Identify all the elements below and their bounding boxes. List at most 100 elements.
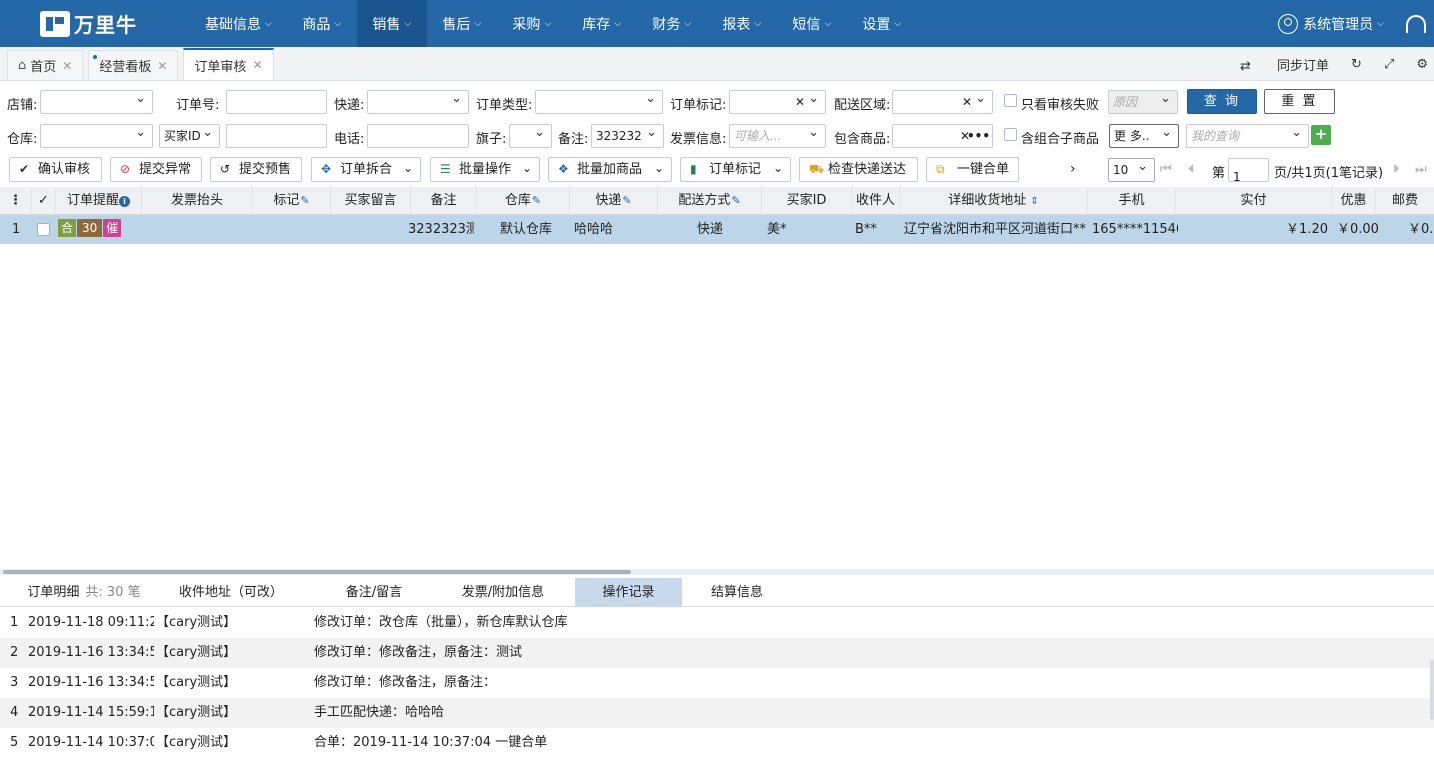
my-query-select[interactable]: 我的查询 bbox=[1186, 124, 1309, 148]
split-merge-button[interactable]: ✥ 订单拆合 ⌄ bbox=[311, 157, 421, 182]
main-menu: 基础信息 ⌵ 商品 ⌵ 销售 ⌵ 售后 ⌵ 采购 ⌵ 库存 ⌵ 财务 ⌵ 报表 ⌵ 短信 ⌵ 设置… bbox=[190, 0, 917, 47]
table-row[interactable]: 1 合30催 3232323测试 默认仓库 哈哈哈 快递 美* B** 辽宁省沈… bbox=[0, 215, 1434, 244]
sync-orders-button[interactable]: ⇄ 同步订单 bbox=[1218, 55, 1329, 74]
menu-sms[interactable]: 短信 ⌵ bbox=[777, 0, 847, 47]
menu-label: 财务 bbox=[652, 16, 681, 33]
reset-button[interactable]: 重 置 bbox=[1264, 89, 1335, 114]
col-buyer-id[interactable]: 买家ID bbox=[762, 187, 852, 215]
chevron-right-icon[interactable]: › bbox=[1070, 161, 1076, 177]
col-postage[interactable]: 邮费 bbox=[1376, 187, 1434, 215]
col-phone[interactable]: 手机 bbox=[1088, 187, 1176, 215]
menu-reports[interactable]: 报表 ⌵ bbox=[707, 0, 777, 47]
col-delivery-method[interactable]: 配送方式✎ bbox=[658, 187, 762, 215]
col-reminder[interactable]: 订单提醒 i bbox=[56, 187, 142, 215]
add-query-button[interactable]: + bbox=[1311, 125, 1331, 145]
express-select[interactable] bbox=[367, 90, 469, 114]
order-type-select[interactable] bbox=[535, 90, 663, 114]
last-page-icon[interactable]: ⏭ bbox=[1415, 162, 1427, 177]
flag-select[interactable] bbox=[509, 124, 552, 148]
gear-icon[interactable]: ⚙ bbox=[1416, 57, 1428, 72]
horizontal-scrollbar[interactable] bbox=[0, 569, 1434, 575]
col-warehouse[interactable]: 仓库✎ bbox=[477, 187, 570, 215]
menu-label: 库存 bbox=[582, 16, 611, 33]
col-remark[interactable]: 备注 bbox=[411, 187, 477, 215]
tab-settlement[interactable]: 结算信息 bbox=[682, 578, 792, 607]
tab-invoice[interactable]: 发票/附加信息 bbox=[442, 578, 564, 607]
tab-home[interactable]: ⌂ 首页 ✕ bbox=[7, 50, 84, 80]
select-all-header[interactable]: ✓ bbox=[32, 187, 56, 215]
include-combo-checkbox[interactable] bbox=[1004, 128, 1017, 141]
chevron-down-icon: ⌵ bbox=[894, 18, 902, 29]
first-page-icon[interactable]: ⏮ bbox=[1160, 162, 1172, 177]
batch-add-goods-button[interactable]: ❖ 批量加商品 ⌄ bbox=[548, 157, 672, 182]
brand-logo[interactable]: 万里牛 bbox=[0, 9, 190, 38]
col-address[interactable]: 详细收货地址 ⇕ bbox=[900, 187, 1088, 215]
scrollbar-thumb[interactable] bbox=[3, 570, 631, 574]
shop-select[interactable] bbox=[40, 90, 153, 114]
log-action: 修改订单：改仓库（批量），新仓库默认仓库 bbox=[314, 615, 568, 630]
col-express[interactable]: 快递✎ bbox=[570, 187, 658, 215]
delivery-area-select[interactable]: ✕ bbox=[892, 90, 993, 114]
warehouse-select[interactable] bbox=[40, 124, 153, 148]
submit-exception-button[interactable]: ⊘ 提交异常 bbox=[110, 157, 202, 182]
more-icon[interactable]: ••• bbox=[967, 125, 990, 147]
col-discount[interactable]: 优惠 bbox=[1332, 187, 1376, 215]
prev-page-icon[interactable]: ⏴ bbox=[1188, 162, 1195, 177]
list-item: 1 2019-11-18 09:11:24 【cary测试】 修改订单：改仓库（… bbox=[0, 608, 1434, 638]
fullscreen-icon[interactable]: ⤢ bbox=[1384, 57, 1394, 72]
user-name[interactable]: 系统管理员 bbox=[1303, 14, 1373, 34]
clear-icon[interactable]: ✕ bbox=[962, 91, 972, 113]
vertical-scrollbar[interactable] bbox=[1430, 660, 1434, 720]
only-failed-checkbox[interactable] bbox=[1004, 94, 1017, 107]
contains-goods-input[interactable]: ✕ ••• bbox=[892, 124, 993, 148]
order-mark-button[interactable]: ▮ 订单标记 ⌄ bbox=[680, 157, 791, 182]
col-receiver[interactable]: 收件人 bbox=[852, 187, 900, 215]
remark-select[interactable]: 323232 bbox=[591, 124, 664, 148]
col-mark[interactable]: 标记✎ bbox=[253, 187, 331, 215]
close-icon[interactable]: ✕ bbox=[157, 59, 167, 73]
refresh-icon[interactable]: ↻ bbox=[1351, 57, 1362, 72]
menu-basic-info[interactable]: 基础信息 ⌵ bbox=[190, 0, 287, 47]
tab-operation-log[interactable]: 操作记录 bbox=[575, 578, 682, 607]
order-no-input[interactable] bbox=[226, 90, 327, 114]
order-mark-select[interactable]: ✕ bbox=[729, 90, 826, 114]
confirm-review-button[interactable]: ✔ 确认审核 bbox=[9, 157, 102, 182]
menu-settings[interactable]: 设置 ⌵ bbox=[847, 0, 917, 47]
menu-purchase[interactable]: 采购 ⌵ bbox=[497, 0, 567, 47]
menu-goods[interactable]: 商品 ⌵ bbox=[287, 0, 357, 47]
menu-finance[interactable]: 财务 ⌵ bbox=[637, 0, 707, 47]
buyer-id-input[interactable] bbox=[226, 124, 327, 148]
clear-icon[interactable]: ✕ bbox=[795, 91, 805, 113]
next-page-icon[interactable]: ⏵ bbox=[1393, 162, 1400, 177]
menu-inventory[interactable]: 库存 ⌵ bbox=[567, 0, 637, 47]
page-size-select[interactable]: 10 bbox=[1108, 158, 1155, 182]
page-input[interactable]: 1 bbox=[1228, 158, 1269, 182]
col-buyer-message[interactable]: 买家留言 bbox=[331, 187, 411, 215]
query-button[interactable]: 查 询 bbox=[1187, 89, 1257, 114]
col-invoice-title[interactable]: 发票抬头 bbox=[142, 187, 253, 215]
chevron-down-icon: ⌵ bbox=[614, 18, 622, 29]
close-icon[interactable]: ✕ bbox=[252, 58, 262, 72]
menu-sales[interactable]: 销售 ⌵ bbox=[356, 0, 427, 47]
menu-after-sales[interactable]: 售后 ⌵ bbox=[427, 0, 497, 47]
headset-icon[interactable] bbox=[1406, 14, 1426, 33]
cell-remark: 3232323测试 bbox=[408, 222, 474, 237]
reason-select[interactable]: 原因 bbox=[1108, 90, 1178, 114]
col-paid[interactable]: 实付 bbox=[1176, 187, 1332, 215]
batch-operation-button[interactable]: ☰ 批量操作 ⌄ bbox=[430, 157, 540, 182]
column-menu-icon[interactable]: ⋮ bbox=[0, 187, 32, 215]
buyer-field-select[interactable]: 买家ID bbox=[159, 124, 220, 148]
tab-order-review[interactable]: 订单审核 ✕ bbox=[183, 48, 274, 80]
tab-receiver-address[interactable]: 收件地址（可改） bbox=[168, 578, 294, 607]
one-click-merge-button[interactable]: ⧉ 一键合单 bbox=[926, 157, 1019, 182]
row-checkbox[interactable] bbox=[37, 223, 50, 236]
close-icon[interactable]: ✕ bbox=[62, 59, 72, 73]
check-express-button[interactable]: ⛟ 检查快递送达 bbox=[799, 157, 918, 182]
invoice-select[interactable]: 可输入... bbox=[729, 124, 826, 148]
tab-notes[interactable]: 备注/留言 bbox=[316, 578, 432, 607]
submit-presale-button[interactable]: ↺ 提交预售 bbox=[210, 157, 302, 182]
tab-dashboard[interactable]: 经营看板 ✕ bbox=[88, 50, 179, 80]
phone-input[interactable] bbox=[367, 124, 469, 148]
tab-order-items[interactable]: 订单明细 共: 30 笔 bbox=[0, 578, 168, 607]
more-filters-select[interactable]: 更 多.. bbox=[1109, 124, 1179, 148]
